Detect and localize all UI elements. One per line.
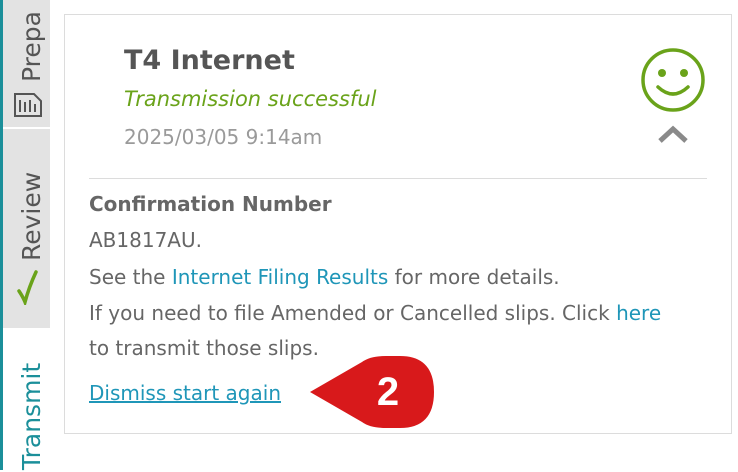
tab-review[interactable]: Review	[3, 129, 50, 330]
filing-results-text: See the Internet Filing Results for more…	[89, 265, 560, 289]
checkmark-icon	[17, 270, 38, 305]
filing-results-suffix: for more details.	[388, 265, 560, 289]
tab-transmit-label: Transmit	[17, 362, 46, 470]
amend-prefix: If you need to file Amended or Cancelled…	[89, 301, 617, 325]
amend-suffix: to transmit those slips.	[89, 336, 319, 360]
collapse-chevron-up-icon[interactable]	[658, 125, 688, 145]
smiley-icon	[641, 48, 705, 112]
step-callout-number: 2	[376, 370, 400, 414]
internet-filing-results-link[interactable]: Internet Filing Results	[172, 265, 388, 289]
here-link[interactable]: here	[616, 301, 661, 325]
amend-text: If you need to file Amended or Cancelled…	[89, 301, 661, 325]
side-tab-strip: Prepa Review Transmit	[0, 0, 50, 472]
form-icon	[14, 93, 42, 117]
tab-prepare-label: Prepa	[17, 11, 46, 82]
tab-prepare[interactable]: Prepa	[3, 0, 50, 129]
transmission-datetime: 2025/03/05 9:14am	[124, 125, 323, 149]
confirmation-number: AB1817AU.	[89, 228, 202, 252]
card-divider	[89, 178, 707, 179]
transmission-status: Transmission successful	[124, 87, 377, 111]
tab-review-label: Review	[17, 171, 46, 261]
dismiss-start-again-link[interactable]: Dismiss start again	[89, 381, 281, 405]
tab-transmit[interactable]: Transmit	[3, 330, 50, 472]
filing-results-prefix: See the	[89, 265, 172, 289]
confirmation-label: Confirmation Number	[89, 192, 332, 216]
card-title: T4 Internet	[124, 45, 295, 76]
